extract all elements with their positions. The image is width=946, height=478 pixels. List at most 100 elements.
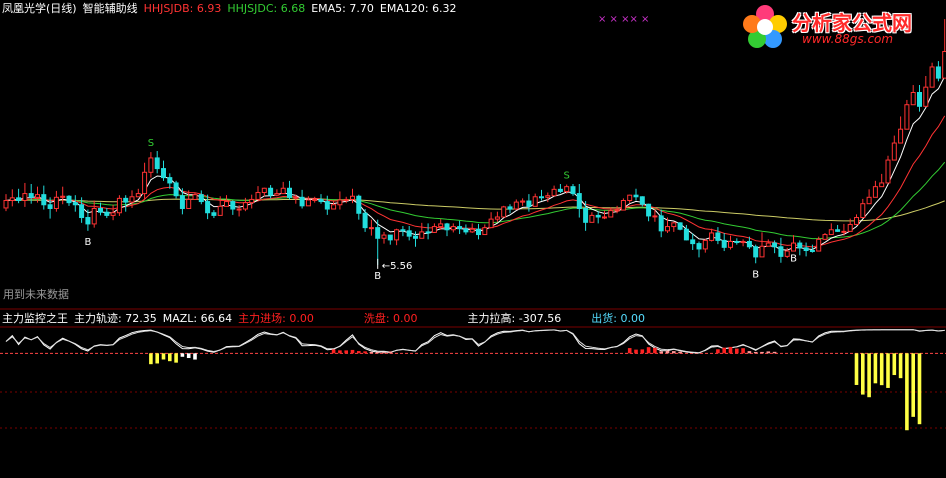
site-logo: 分析家公式网 www.88gs.com	[742, 4, 942, 50]
candle-body	[457, 226, 463, 230]
candle-body	[753, 246, 759, 258]
candle-115	[728, 235, 733, 250]
candle-body	[557, 188, 563, 192]
candle-body	[161, 168, 166, 179]
candle-body	[891, 142, 897, 161]
candle-body	[230, 201, 236, 210]
candle-145	[917, 85, 922, 112]
candle-body	[526, 200, 532, 207]
candle-body	[570, 186, 576, 195]
candle-body	[381, 234, 387, 239]
flower-logo-icon	[743, 5, 787, 48]
candle-body	[463, 228, 469, 233]
candle-body	[507, 206, 513, 210]
candle-body	[431, 226, 437, 233]
candle-45	[287, 180, 292, 200]
candle-11	[72, 195, 78, 212]
candle-body	[287, 187, 292, 198]
candle-49	[312, 196, 318, 203]
candle-148	[935, 61, 941, 82]
candle-88	[557, 184, 563, 194]
osc-bar-7-118	[747, 351, 752, 354]
candle-102	[646, 203, 652, 222]
candle-body	[765, 242, 771, 247]
candle-112	[709, 228, 715, 242]
candle-body	[809, 250, 815, 253]
candle-107	[677, 222, 683, 231]
candle-130	[822, 232, 828, 240]
candle-body	[242, 202, 248, 210]
candle-116	[734, 238, 740, 245]
osc-bar-2-54	[344, 350, 348, 354]
candle-56	[356, 194, 362, 220]
osc-bar-5-104	[659, 351, 663, 354]
hhjsjdb-readout: HHJSJDB: 6.93	[143, 2, 222, 15]
candle-17	[110, 204, 116, 221]
candle-92	[583, 201, 589, 231]
candle-body	[488, 218, 494, 229]
low-price-label: ←5.56	[382, 261, 413, 272]
osc-bar-6-116	[735, 348, 739, 354]
candle-125	[791, 235, 796, 252]
signal-b-4: B	[752, 269, 759, 280]
candle-51	[324, 195, 330, 215]
candle-body	[337, 199, 343, 206]
candle-23	[148, 152, 154, 178]
candle-body	[98, 207, 103, 213]
stock-title: 凤凰光学(日线)	[2, 2, 77, 15]
candle-body	[721, 239, 727, 248]
osc-bar-0-26	[168, 353, 172, 362]
candle-body	[324, 201, 330, 210]
candle-28	[179, 188, 185, 215]
candle-body	[677, 222, 683, 230]
candle-body	[312, 198, 318, 201]
candle-21	[135, 188, 141, 198]
stock-chart[interactable]: BSBSBB←5.56× × ×× ×	[0, 0, 946, 478]
candle-body	[639, 196, 645, 205]
candle-147	[929, 62, 935, 88]
osc-bar-0-25	[161, 353, 166, 360]
candle-body	[425, 231, 431, 234]
candle-body	[778, 246, 784, 257]
osc-bar-2-56	[357, 351, 361, 354]
distribution-readout: 出货: 0.00	[591, 312, 645, 325]
candle-body	[53, 196, 59, 209]
candle-body	[293, 196, 299, 199]
candle-body	[602, 216, 607, 219]
osc-bar-2-52	[331, 349, 336, 354]
candle-body	[9, 197, 15, 202]
osc-bar-7-120	[760, 351, 764, 354]
candle-body	[917, 91, 922, 107]
candle-140	[885, 155, 891, 184]
candle-9	[60, 186, 66, 205]
candle-63	[400, 226, 406, 237]
candle-body	[280, 187, 286, 195]
candle-body	[866, 196, 872, 205]
candle-22	[142, 162, 148, 199]
candle-126	[797, 240, 803, 256]
candle-3	[22, 182, 28, 207]
candle-67	[425, 223, 431, 240]
candle-93	[589, 212, 595, 223]
candle-44	[280, 181, 286, 195]
candle-body	[828, 229, 834, 236]
candle-141	[891, 135, 897, 161]
candle-66	[419, 222, 425, 239]
candle-81	[513, 199, 519, 211]
candle-77	[488, 212, 494, 229]
candle-6	[41, 185, 47, 210]
candle-143	[904, 99, 910, 130]
candle-body	[387, 234, 393, 241]
candle-body	[211, 212, 217, 216]
candle-136	[860, 198, 866, 219]
candle-body	[494, 216, 500, 220]
candle-body	[362, 212, 368, 229]
candle-body	[797, 242, 803, 249]
candle-127	[803, 242, 809, 257]
candle-body	[469, 228, 475, 233]
hhjsjdc-readout: HHJSJDC: 6.68	[227, 2, 306, 15]
main-header: 凤凰光学(日线) 智能辅助线 HHJSJDB: 6.93 HHJSJDC: 6.68 E…	[2, 2, 463, 16]
signal-b-0: B	[84, 237, 91, 248]
candle-72	[457, 220, 463, 235]
candle-body	[110, 212, 116, 216]
